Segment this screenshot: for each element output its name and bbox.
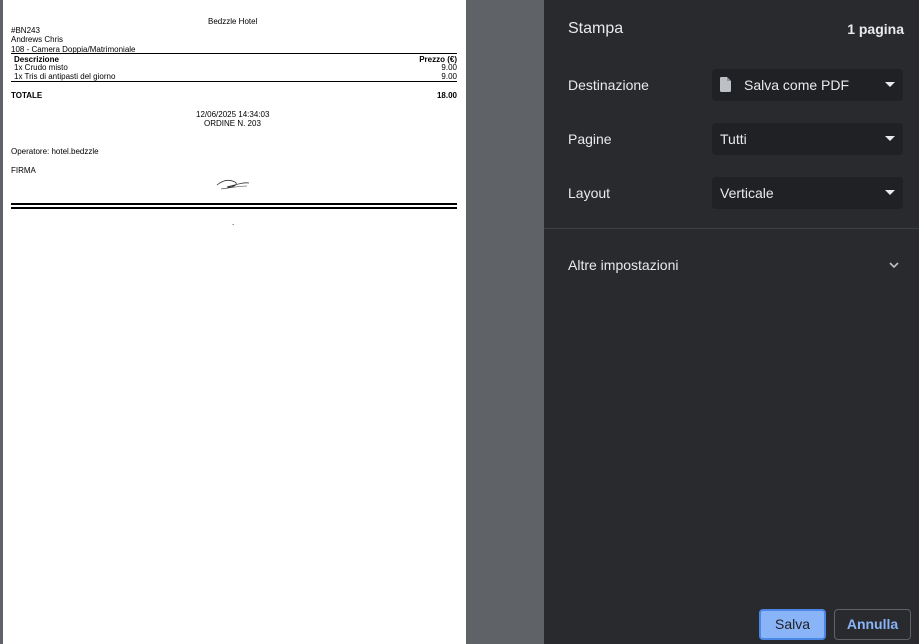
hotel-name: Bedzzle Hotel xyxy=(208,17,258,26)
panel-divider xyxy=(544,228,919,229)
item-price: 9.00 xyxy=(441,63,457,72)
page-count: 1 pagina xyxy=(847,21,904,37)
chevron-down-icon[interactable] xyxy=(887,258,901,272)
caret-down-icon xyxy=(885,190,895,195)
header-rule xyxy=(11,53,457,54)
total-label: TOTALE xyxy=(11,91,43,100)
pages-value: Tutti xyxy=(720,131,747,147)
total-value: 18.00 xyxy=(436,91,457,100)
layout-label: Layout xyxy=(568,185,611,201)
document-icon xyxy=(720,77,731,92)
order-number: ORDINE N. 203 xyxy=(204,119,261,128)
print-preview-area: Bedzzle Hotel #BN243 Andrews Chris 108 -… xyxy=(0,0,544,644)
more-settings-toggle[interactable]: Altre impostazioni xyxy=(568,257,679,273)
footer-rule-top xyxy=(11,203,457,205)
item-description: 1x Crudo misto xyxy=(14,63,68,72)
destination-select[interactable]: Salva come PDF xyxy=(712,69,903,101)
caret-down-icon xyxy=(885,82,895,87)
caret-down-icon xyxy=(885,136,895,141)
receipt-datetime: 12/06/2025 14:34:03 xyxy=(196,110,270,119)
footer-dot: . xyxy=(232,218,235,227)
layout-value: Verticale xyxy=(720,185,774,201)
destination-label: Destinazione xyxy=(568,77,649,93)
guest-name: Andrews Chris xyxy=(11,35,64,44)
pages-label: Pagine xyxy=(568,131,612,147)
items-rule xyxy=(11,81,457,82)
cancel-button[interactable]: Annulla xyxy=(834,609,911,640)
save-button[interactable]: Salva xyxy=(759,609,826,640)
panel-title: Stampa xyxy=(568,20,624,37)
signature-label: FIRMA xyxy=(11,166,36,175)
booking-code: #BN243 xyxy=(11,26,40,35)
signature-mark xyxy=(216,179,250,190)
pages-select[interactable]: Tutti xyxy=(712,123,903,155)
item-price: 9.00 xyxy=(441,72,457,81)
destination-value: Salva come PDF xyxy=(744,77,850,93)
layout-select[interactable]: Verticale xyxy=(712,177,903,209)
item-description: 1x Tris di antipasti del giorno xyxy=(14,72,116,81)
footer-rule-bottom xyxy=(11,207,457,209)
preview-page: Bedzzle Hotel #BN243 Andrews Chris 108 -… xyxy=(3,0,466,644)
operator: Operatore: hotel.bedzzle xyxy=(11,147,99,156)
print-settings-panel: Stampa 1 pagina Destinazione Salva come … xyxy=(544,0,919,644)
